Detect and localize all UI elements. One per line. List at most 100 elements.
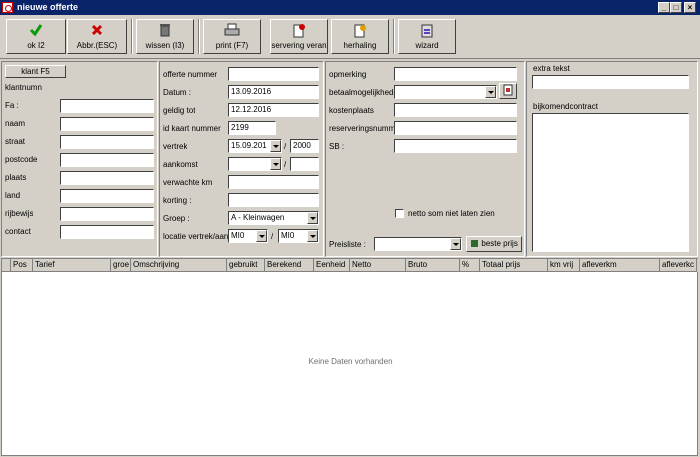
company-field[interactable] — [60, 99, 154, 113]
expected-km-field[interactable] — [228, 175, 319, 189]
grid-col-net[interactable]: Netto — [350, 259, 406, 272]
grid-col-used[interactable]: gebruikt — [227, 259, 265, 272]
grid-col-delivery-km[interactable]: afleverkm — [580, 259, 660, 272]
printer-icon — [204, 23, 260, 41]
label-name: naam — [5, 119, 26, 128]
net-checkbox[interactable] — [395, 209, 404, 218]
price-icon — [471, 240, 479, 248]
label-postcode: postcode — [5, 155, 38, 164]
grid-col-calculated[interactable]: Berekend — [265, 259, 314, 272]
label-id-card: id kaart nummer — [163, 124, 221, 133]
label-reservation-number: reserveringsnumme — [329, 124, 395, 133]
separator — [393, 19, 395, 54]
license-field[interactable] — [60, 207, 154, 221]
postcode-field[interactable] — [60, 153, 154, 167]
cancel-button[interactable]: Abbr.(ESC) — [67, 19, 127, 54]
label-remark: opmerking — [329, 70, 367, 79]
chevron-down-icon[interactable] — [270, 140, 281, 152]
grid-col-km-free[interactable]: km vrij — [548, 259, 580, 272]
id-card-field[interactable]: 2199 — [228, 121, 276, 135]
label-group: Groep : — [163, 214, 190, 223]
positions-grid: Pos Tarief groe Omschrijving gebruikt Be… — [1, 258, 699, 456]
grid-col-select[interactable] — [2, 259, 11, 272]
country-field[interactable] — [60, 189, 154, 203]
chevron-down-icon[interactable] — [256, 230, 267, 242]
offer-number-field[interactable] — [228, 67, 319, 81]
label-cost-center: kostenplaats — [329, 106, 374, 115]
label-city: plaats — [5, 173, 27, 182]
slash-location: / — [271, 232, 274, 241]
location-from-combo[interactable]: MI0 — [228, 229, 268, 243]
wizard-button[interactable]: wizard — [398, 19, 456, 54]
payment-combo[interactable] — [394, 85, 497, 99]
repeat-button[interactable]: herhaling — [331, 19, 389, 54]
label-pricelist: Preisliste : — [329, 240, 366, 249]
reservation-button[interactable]: servering veran — [270, 19, 328, 54]
best-price-button[interactable]: beste prijs — [466, 236, 522, 252]
name-field[interactable] — [60, 117, 154, 131]
grid-col-rate[interactable]: Tarief — [33, 259, 111, 272]
document-repeat-icon — [332, 23, 388, 41]
payment-icon — [503, 84, 513, 96]
wizard-icon — [399, 23, 455, 41]
chevron-down-icon[interactable] — [270, 158, 281, 170]
grid-col-unit[interactable]: Eenheid — [314, 259, 350, 272]
label-extra-text: extra tekst — [533, 64, 570, 73]
departure-date-combo[interactable]: 15.09.201 — [228, 139, 282, 153]
ok-button[interactable]: ok I2 — [6, 19, 66, 54]
label-street: straat — [5, 137, 26, 146]
departure-time-field[interactable]: 2000 — [290, 139, 319, 153]
grid-col-description[interactable]: Omschrijving — [131, 259, 227, 272]
maximize-button[interactable]: □ — [670, 2, 682, 13]
valid-until-field[interactable]: 12.12.2016 — [228, 103, 319, 117]
label-offer-number: offerte nummer — [163, 70, 218, 79]
separator — [198, 19, 200, 54]
arrival-time-field[interactable] — [290, 157, 319, 171]
print-button[interactable]: print (F7) — [203, 19, 261, 54]
contact-field[interactable] — [60, 225, 154, 239]
separator — [131, 19, 133, 54]
remark-field[interactable] — [394, 67, 517, 81]
clear-button[interactable]: wissen (I3) — [136, 19, 194, 54]
chevron-down-icon[interactable] — [450, 238, 461, 250]
sb-field[interactable] — [394, 139, 517, 153]
label-discount: korting : — [163, 196, 192, 205]
title-bar: nieuwe offerte _ □ × — [0, 0, 700, 15]
contract-textarea[interactable] — [532, 113, 689, 252]
label-location: locatie vertrek/aan — [163, 232, 229, 241]
document-edit-icon — [271, 23, 327, 41]
label-contact: contact — [5, 227, 31, 236]
customer-button[interactable]: klant F5 — [5, 65, 66, 78]
chevron-down-icon[interactable] — [307, 230, 318, 242]
street-field[interactable] — [60, 135, 154, 149]
grid-col-pos[interactable]: Pos — [11, 259, 33, 272]
minimize-button[interactable]: _ — [658, 2, 670, 13]
chevron-down-icon[interactable] — [307, 212, 318, 224]
payment-details-button[interactable] — [499, 83, 517, 99]
grid-col-total[interactable]: Totaal prijs — [480, 259, 548, 272]
chevron-down-icon[interactable] — [485, 86, 496, 98]
grid-col-gross[interactable]: Bruto — [406, 259, 460, 272]
trash-icon — [137, 23, 193, 41]
grid-col-percent[interactable]: % — [460, 259, 480, 272]
pricelist-combo[interactable] — [374, 237, 462, 251]
label-departure: vertrek — [163, 142, 188, 151]
grid-col-group[interactable]: groe — [111, 259, 131, 272]
arrival-date-combo[interactable] — [228, 157, 282, 171]
city-field[interactable] — [60, 171, 154, 185]
close-button[interactable]: × — [684, 2, 696, 13]
label-sb: SB : — [329, 142, 345, 151]
grid-empty-message: Keine Daten vorhanden — [308, 357, 393, 366]
label-customer-number: klantnumn — [5, 83, 42, 92]
reservation-number-field[interactable] — [394, 121, 517, 135]
cost-center-field[interactable] — [394, 103, 517, 117]
grid-col-delivery-kc[interactable]: afleverkc — [660, 259, 697, 272]
toolbar: ok I2 Abbr.(ESC) wissen (I3) print (F7) … — [0, 15, 700, 59]
label-contract: bijkomendcontract — [533, 102, 598, 111]
discount-field[interactable] — [228, 193, 319, 207]
location-to-combo[interactable]: MI0 — [278, 229, 319, 243]
label-payment: betaalmogelijkhede — [329, 88, 395, 97]
group-combo[interactable]: A - Kleinwagen — [228, 211, 319, 225]
date-field[interactable]: 13.09.2016 — [228, 85, 319, 99]
extra-text-field[interactable] — [532, 75, 689, 89]
